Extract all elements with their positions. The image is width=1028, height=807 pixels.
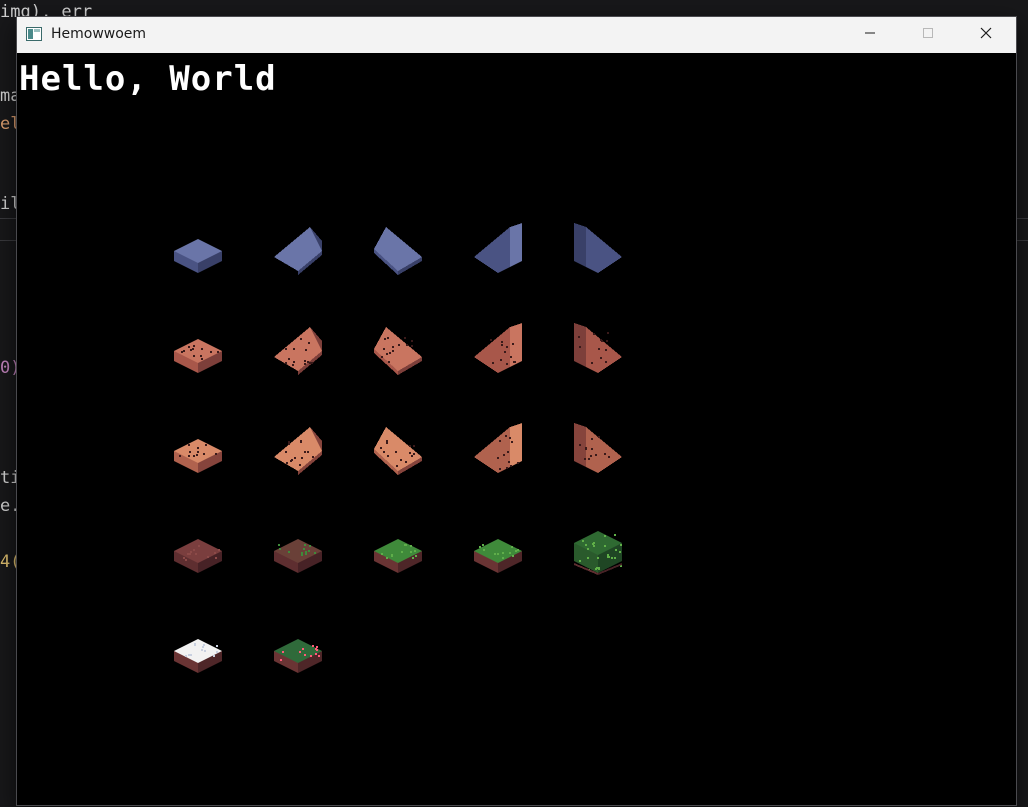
app-window-icon [26, 27, 42, 41]
greeting-text: Hello, World [19, 59, 277, 99]
iso-tile-brick-light-wedge-right [570, 421, 626, 477]
iso-tile-brick-slope-left [270, 321, 326, 377]
iso-tile-brick-wedge-left [470, 321, 526, 377]
iso-tile-snow-flat [170, 621, 226, 677]
game-canvas[interactable]: Hello, World [17, 53, 1016, 805]
close-button[interactable] [957, 17, 1015, 53]
iso-tile-stone-slope-right [370, 221, 426, 277]
maximize-icon [922, 27, 934, 43]
maximize-button[interactable] [899, 17, 957, 53]
iso-tile-leaves-cube [570, 521, 626, 577]
iso-tile-stone-slope-left [270, 221, 326, 277]
iso-tile-grass-flat [470, 521, 526, 577]
iso-tile-brick-wedge-right [570, 321, 626, 377]
iso-tile-stone-wedge-left [470, 221, 526, 277]
title-bar[interactable]: Hemowwoem [17, 17, 1016, 53]
iso-tile-brick-light-slope-right [370, 421, 426, 477]
iso-tile-brick-flat [170, 321, 226, 377]
iso-tile-stone-flat [170, 221, 226, 277]
close-icon [980, 27, 992, 43]
iso-tile-grass-flat [370, 521, 426, 577]
iso-tile-brick-light-wedge-left [470, 421, 526, 477]
iso-tile-brick-light-flat [170, 421, 226, 477]
app-window[interactable]: Hemowwoem Hello, World [16, 16, 1017, 806]
iso-tile-stone-wedge-right [570, 221, 626, 277]
iso-tile-brick-light-slope-left [270, 421, 326, 477]
window-title: Hemowwoem [51, 26, 147, 42]
minimize-button[interactable] [841, 17, 899, 53]
iso-tile-dirt-flat [170, 521, 226, 577]
iso-tile-dirt-grass-flat [270, 521, 326, 577]
iso-tile-brick-slope-right [370, 321, 426, 377]
iso-tile-flowers-flat [270, 621, 326, 677]
minimize-icon [864, 27, 876, 43]
